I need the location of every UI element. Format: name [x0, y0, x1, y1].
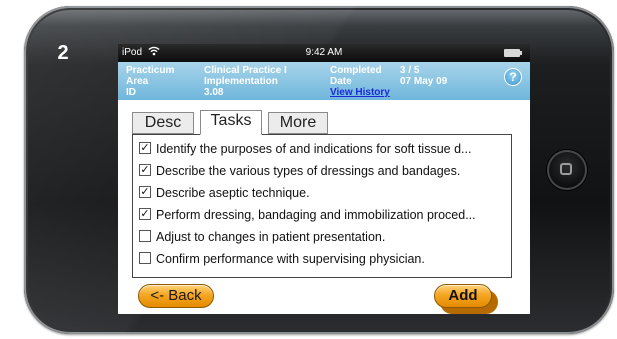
home-square-icon — [560, 163, 572, 175]
task-checkbox[interactable]: ✓ — [139, 208, 151, 220]
area-label: Area — [126, 76, 149, 87]
task-row[interactable]: Adjust to changes in patient presentatio… — [139, 227, 511, 247]
add-button[interactable]: Add — [434, 284, 492, 308]
history-link-wrap: View History — [330, 87, 390, 98]
battery-icon — [504, 49, 522, 57]
task-row[interactable]: ✓ Describe aseptic technique. — [139, 183, 511, 203]
task-text: Describe aseptic technique. — [156, 186, 310, 200]
completed-value: 3 / 5 — [400, 65, 420, 76]
task-text: Perform dressing, bandaging and immobili… — [156, 208, 476, 222]
area-values: Clinical Practice I Implementation 3.08 — [204, 65, 287, 98]
task-text: Adjust to changes in patient presentatio… — [156, 230, 386, 244]
task-checkbox[interactable]: ✓ — [139, 142, 151, 154]
status-bar: iPod 9:42 AM — [118, 44, 530, 62]
status-time: 9:42 AM — [305, 47, 343, 58]
home-button[interactable] — [547, 150, 587, 190]
completed-label: Completed — [330, 65, 382, 76]
device-screen: iPod 9:42 AM Practicum Area ID Clinical … — [118, 44, 530, 314]
area-value-line-1: Clinical Practice I — [204, 65, 287, 76]
task-row[interactable]: Confirm performance with supervising phy… — [139, 249, 511, 269]
tab-tasks[interactable]: Tasks — [200, 110, 262, 135]
completion-labels: Completed Date — [330, 65, 382, 87]
tasks-panel: ✓ Identify the purposes of and indicatio… — [132, 134, 512, 278]
task-row[interactable]: ✓ Identify the purposes of and indicatio… — [139, 139, 511, 159]
tab-more[interactable]: More — [268, 112, 328, 134]
task-checkbox[interactable] — [139, 230, 151, 242]
help-icon[interactable]: ? — [504, 68, 522, 86]
task-text: Confirm performance with supervising phy… — [156, 252, 425, 266]
practicum-labels: Practicum Area ID — [126, 65, 174, 98]
date-value: 07 May 09 — [400, 76, 448, 87]
info-bar: Practicum Area ID Clinical Practice I Im… — [118, 62, 530, 100]
task-checkbox[interactable]: ✓ — [139, 164, 151, 176]
id-value: 3.08 — [204, 87, 224, 98]
date-label: Date — [330, 76, 352, 87]
area-value-line-2: Implementation — [204, 76, 278, 87]
step-number: 2 — [57, 42, 69, 64]
task-checkbox[interactable] — [139, 252, 151, 264]
task-checkbox[interactable]: ✓ — [139, 186, 151, 198]
practicum-label: Practicum — [126, 65, 175, 76]
tab-desc[interactable]: Desc — [132, 112, 194, 134]
task-text: Identify the purposes of and indications… — [156, 142, 472, 156]
back-button[interactable]: <- Back — [138, 284, 214, 308]
view-history-link[interactable]: View History — [330, 87, 390, 98]
id-label: ID — [126, 87, 136, 98]
task-row[interactable]: ✓ Perform dressing, bandaging and immobi… — [139, 205, 511, 225]
completion-values: 3 / 5 07 May 09 — [400, 65, 447, 87]
task-text: Describe the various types of dressings … — [156, 164, 461, 178]
task-row[interactable]: ✓ Describe the various types of dressing… — [139, 161, 511, 181]
